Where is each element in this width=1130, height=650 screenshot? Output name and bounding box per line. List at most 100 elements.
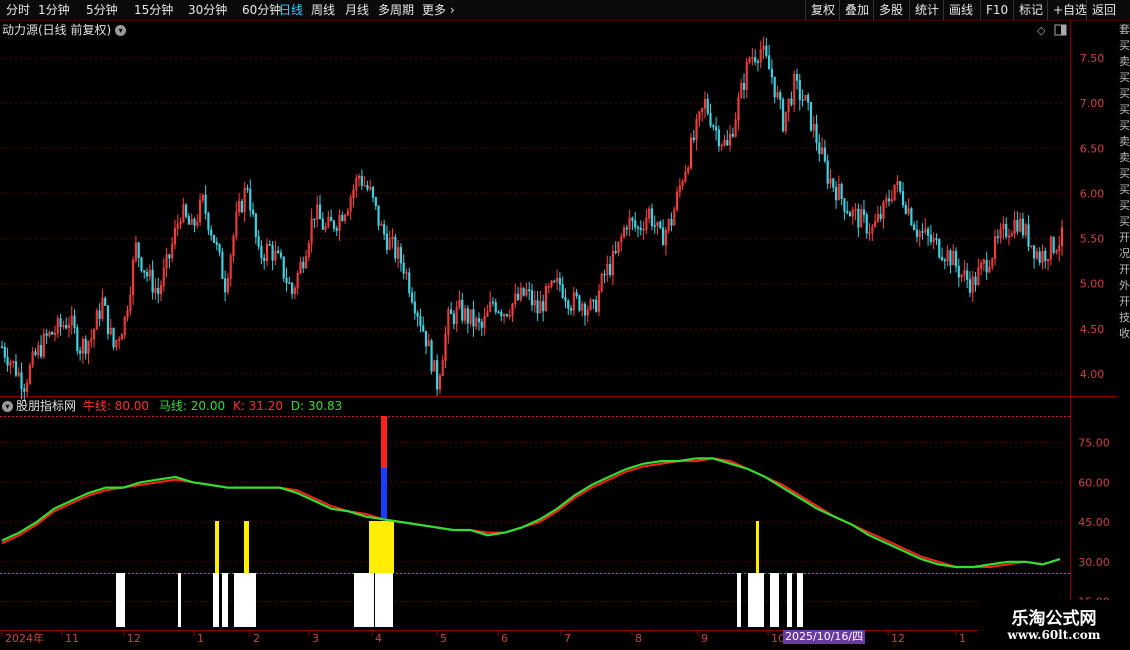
candle-body [285, 277, 288, 283]
candle-body [857, 208, 860, 228]
candle-body [1016, 219, 1019, 232]
x-tick-label: 4 [375, 632, 382, 645]
candle-body [779, 92, 782, 100]
candle-body [754, 57, 757, 62]
candle-body [288, 282, 291, 284]
candle-body [422, 325, 425, 332]
candle-body [321, 218, 324, 230]
candle-body [251, 209, 255, 215]
candle-body [20, 372, 23, 389]
candle-body [968, 279, 972, 293]
chevron-down-icon[interactable]: ▾ [2, 401, 13, 412]
x-tick-label: 12 [891, 632, 905, 645]
candle-body [335, 228, 338, 231]
candle-body [818, 142, 821, 155]
candle-body [254, 213, 257, 237]
candle-body [1033, 245, 1036, 259]
candle-body [145, 272, 149, 277]
candle-body [452, 313, 455, 324]
candle-body [996, 236, 999, 238]
x-tick-label: 9 [701, 632, 708, 645]
candle-body [823, 147, 826, 162]
yellow-signal-bars [215, 521, 759, 573]
candle-body [277, 250, 280, 254]
candle-body [143, 270, 146, 273]
candle-body [383, 224, 386, 235]
x-tick-label: 11 [65, 632, 79, 645]
white-signal-bar [748, 573, 764, 627]
candle-body [330, 216, 333, 222]
candle-body [798, 80, 801, 101]
candle-body [187, 216, 190, 225]
candle-body [809, 102, 813, 131]
diamond-icon: ◇ [1037, 24, 1046, 37]
candle-body [1052, 236, 1055, 253]
white-signal-bars [116, 573, 803, 627]
candle-body [34, 351, 37, 356]
horse-line-value: 马线: 20.00 [158, 399, 226, 413]
candle-body [569, 308, 573, 311]
indicator-tick-label: 60.00 [1078, 476, 1110, 489]
candle-body [221, 251, 224, 279]
candle-body [915, 229, 919, 237]
candle-body [1044, 250, 1047, 262]
candle-body [901, 191, 905, 206]
candle-body [631, 217, 634, 222]
candle-body [385, 233, 389, 250]
candle-body [0, 346, 4, 349]
price-tick-label: 4.50 [1080, 323, 1105, 336]
candle-body [935, 238, 938, 240]
candle-body [653, 225, 656, 227]
kline-chart-area[interactable]: 7.50 7.00 6.50 6.00 5.50 5.00 4.50 4.00 75.00 60… [0, 0, 1130, 650]
candle-body [938, 239, 941, 258]
candle-body [491, 301, 495, 304]
blue-signal-segment [381, 468, 387, 520]
candle-body [472, 309, 475, 327]
candle-body [913, 224, 916, 231]
white-signal-bar [787, 573, 792, 627]
candle-body [940, 256, 944, 261]
candle-body [408, 272, 411, 294]
candle-body [966, 270, 969, 280]
candle-body [360, 175, 363, 186]
candle-body [413, 301, 416, 314]
candle-body [1005, 223, 1008, 237]
candle-body [516, 293, 520, 300]
candle-body [639, 227, 642, 231]
candle-body [846, 211, 849, 214]
x-tick-label: 8 [635, 632, 642, 645]
candle-body [692, 137, 695, 141]
candle-body [212, 234, 216, 243]
candle-body [717, 129, 720, 147]
price-tick-label: 6.00 [1080, 187, 1105, 200]
x-tick-label: 2024年 [5, 631, 44, 645]
candle-body [862, 209, 866, 216]
price-tick-label: 7.50 [1080, 52, 1105, 65]
candle-body [659, 221, 662, 229]
candle-body [561, 284, 564, 298]
candle-body [807, 94, 810, 103]
candle-body [112, 327, 115, 348]
white-signal-bar [770, 573, 779, 627]
indicator-grid: 75.0060.0045.0030.0015.00 [0, 437, 1110, 609]
candle-body [416, 312, 419, 317]
white-signal-bar [213, 573, 219, 627]
panel-toggle-icon-fill [1061, 25, 1066, 35]
candle-body [193, 218, 196, 226]
candle-body [943, 259, 946, 262]
candle-body [402, 262, 405, 274]
candle-body [14, 361, 18, 376]
candle-body [887, 198, 891, 202]
candle-body [910, 208, 913, 226]
indicator-tick-label: 75.00 [1078, 437, 1110, 450]
candle-body [505, 314, 508, 317]
candle-body [424, 330, 428, 347]
candle-body [39, 344, 43, 357]
d-value: D: 30.83 [290, 399, 343, 413]
candle-body [832, 178, 835, 188]
candle-body [371, 186, 375, 198]
x-tick-label: 12 [127, 632, 141, 645]
candle-body [73, 315, 76, 329]
candle-body [899, 181, 902, 192]
candle-body [636, 226, 640, 229]
